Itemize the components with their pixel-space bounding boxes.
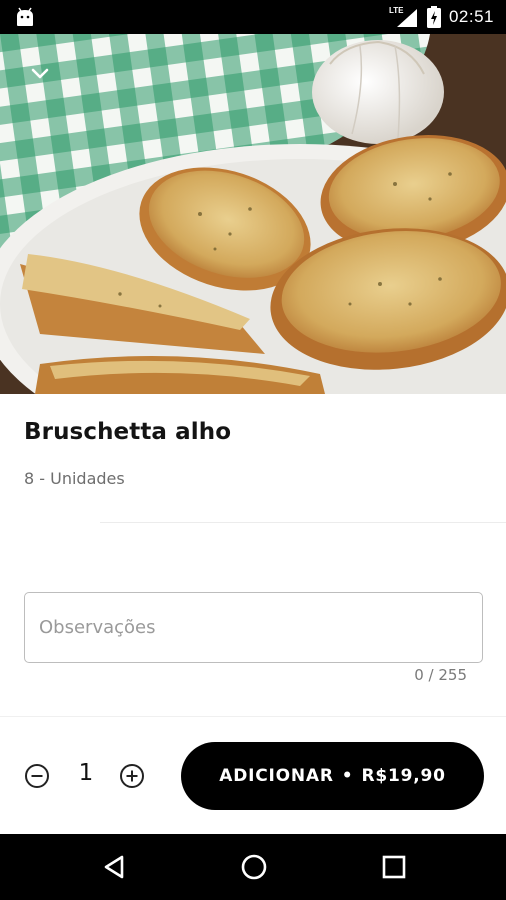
product-detail-screen: LTE 02:51 Bruschetta alho 8 - Unidades O… xyxy=(0,0,506,900)
plus-circle-icon[interactable] xyxy=(119,763,145,789)
status-icons: LTE 02:51 xyxy=(389,0,494,34)
add-button-separator: • xyxy=(341,766,354,786)
observations-field[interactable] xyxy=(24,592,483,663)
product-description: 8 - Unidades xyxy=(24,469,125,488)
add-button-label: ADICIONAR xyxy=(219,766,334,786)
product-title: Bruschetta alho xyxy=(24,419,232,445)
battery-charging-icon xyxy=(426,6,441,28)
product-image xyxy=(0,34,506,394)
divider xyxy=(100,522,506,523)
collapse-button[interactable] xyxy=(24,58,56,90)
navigation-bar xyxy=(0,834,506,900)
home-circle-icon[interactable] xyxy=(239,852,269,882)
character-counter: 0 / 255 xyxy=(414,666,467,684)
android-icon xyxy=(17,7,33,26)
back-triangle-icon[interactable] xyxy=(99,852,129,882)
quantity-value: 1 xyxy=(78,760,94,786)
clock: 02:51 xyxy=(448,7,494,26)
recent-square-icon[interactable] xyxy=(379,852,409,882)
status-bar: LTE 02:51 xyxy=(0,0,506,34)
add-to-cart-button[interactable]: ADICIONAR • R$19,90 xyxy=(181,742,484,810)
minus-circle-icon[interactable] xyxy=(24,763,50,789)
divider xyxy=(0,716,506,717)
lte-signal-icon: LTE xyxy=(389,6,419,28)
chevron-down-icon xyxy=(31,68,49,79)
observations-input[interactable] xyxy=(25,593,482,662)
add-button-price: R$19,90 xyxy=(361,766,446,786)
